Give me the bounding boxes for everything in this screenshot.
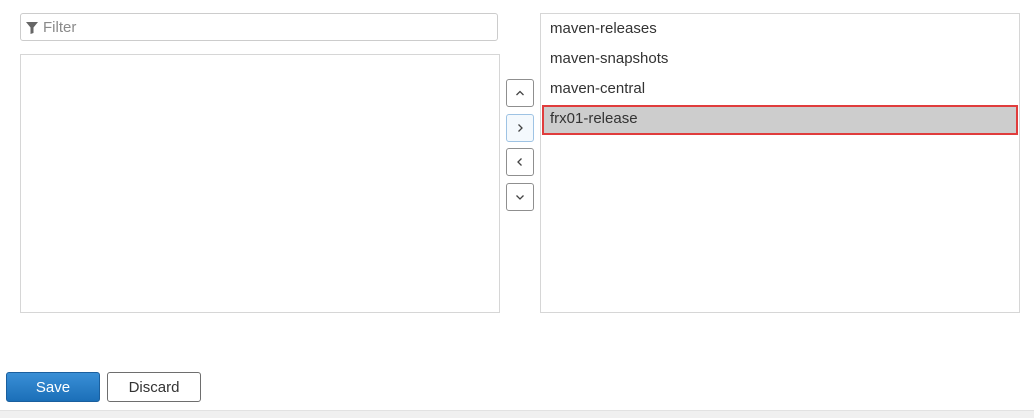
chevron-left-icon	[517, 158, 522, 166]
footer-bar	[0, 410, 1034, 418]
save-button[interactable]: Save	[6, 372, 100, 402]
filter-field[interactable]	[20, 13, 498, 41]
move-up-button[interactable]	[506, 79, 534, 107]
filter-icon	[26, 22, 38, 34]
remove-member-button[interactable]	[506, 148, 534, 176]
move-down-button[interactable]	[506, 183, 534, 211]
chevron-up-icon	[516, 90, 524, 96]
available-members-list[interactable]	[20, 54, 500, 313]
list-item-selected[interactable]: frx01-release	[542, 105, 1018, 135]
filter-input[interactable]	[43, 15, 493, 39]
discard-button[interactable]: Discard	[107, 372, 201, 402]
list-item[interactable]: maven-releases	[541, 15, 1019, 45]
list-item[interactable]: maven-snapshots	[541, 45, 1019, 75]
chevron-down-icon	[516, 195, 524, 200]
list-item[interactable]: maven-central	[541, 75, 1019, 105]
add-member-button[interactable]	[506, 114, 534, 142]
selected-members-list[interactable]: maven-releases maven-snapshots maven-cen…	[540, 13, 1020, 313]
chevron-right-icon	[518, 124, 523, 132]
